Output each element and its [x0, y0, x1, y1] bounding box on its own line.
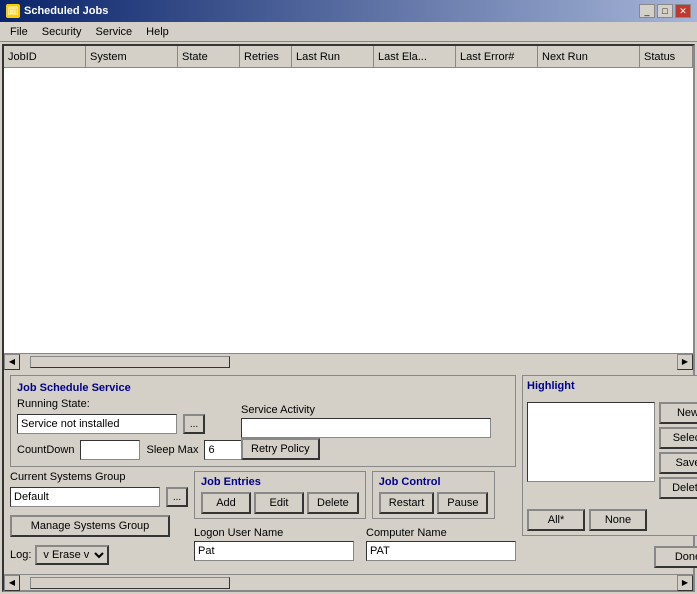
manage-systems-button[interactable]: Manage Systems Group — [10, 515, 170, 537]
job-entries-buttons: Add Edit Delete — [201, 492, 359, 514]
col-lasterror: Last Error# — [456, 46, 538, 67]
window-controls: _ □ ✕ — [639, 4, 691, 18]
scroll-left-button[interactable]: ◀ — [4, 354, 20, 370]
col-system: System — [86, 46, 178, 67]
col-jobid: JobID — [4, 46, 86, 67]
scroll-track[interactable] — [20, 354, 677, 369]
menu-help[interactable]: Help — [140, 24, 175, 40]
menu-bar: File Security Service Help — [0, 22, 697, 42]
logon-section: Logon User Name Computer Name — [194, 527, 516, 561]
col-lastelapsed: Last Ela... — [374, 46, 456, 67]
column-headers: JobID System State Retries Last Run Last… — [4, 46, 693, 68]
add-button[interactable]: Add — [201, 492, 251, 514]
col-status: Status — [640, 46, 693, 67]
col-nextrun: Next Run — [538, 46, 640, 67]
current-group-row: ... — [10, 487, 188, 507]
current-group-input[interactable] — [10, 487, 160, 507]
bottom-scrollbar[interactable]: ◀ ▶ — [4, 574, 693, 590]
new-button[interactable]: New — [659, 402, 697, 424]
bottom-row: Current Systems Group ... Manage Systems… — [10, 471, 516, 565]
done-row: Done — [522, 546, 697, 568]
middle-bottom: Job Entries Add Edit Delete Job Control — [194, 471, 516, 561]
job-control-buttons: Restart Pause — [379, 492, 489, 514]
logon-user-input[interactable] — [194, 541, 354, 561]
edit-button[interactable]: Edit — [254, 492, 304, 514]
service-section-label: Job Schedule Service — [17, 382, 509, 394]
title-bar: 🗓 Scheduled Jobs _ □ ✕ — [0, 0, 697, 22]
job-entries-section: Job Entries Add Edit Delete — [194, 471, 366, 519]
job-entries-label: Job Entries — [201, 476, 359, 488]
countdown-input[interactable] — [80, 440, 140, 460]
logon-user-label: Logon User Name — [194, 527, 354, 539]
countdown-label: CountDown — [17, 444, 74, 456]
computer-name-field: Computer Name — [366, 527, 516, 561]
job-schedule-service-section: Job Schedule Service Running State: ... … — [10, 375, 516, 467]
computer-name-input[interactable] — [366, 541, 516, 561]
col-state: State — [178, 46, 240, 67]
current-group-label: Current Systems Group — [10, 471, 188, 483]
logon-user-field: Logon User Name — [194, 527, 354, 561]
highlight-list — [527, 402, 655, 482]
maximize-button[interactable]: □ — [657, 4, 673, 18]
main-window: JobID System State Retries Last Run Last… — [2, 44, 695, 592]
menu-security[interactable]: Security — [36, 24, 88, 40]
pause-button[interactable]: Pause — [437, 492, 488, 514]
highlight-label: Highlight — [527, 380, 697, 392]
window-title: Scheduled Jobs — [24, 5, 108, 17]
panel-main: Job Schedule Service Running State: ... … — [10, 375, 687, 568]
right-panel: Highlight New Select Save Delete All* No… — [522, 375, 697, 568]
service-activity-label: Service Activity — [241, 404, 491, 416]
log-label: Log: — [10, 549, 31, 561]
minimize-button[interactable]: _ — [639, 4, 655, 18]
delete-highlight-button[interactable]: Delete — [659, 477, 697, 499]
top-scrollbar[interactable]: ◀ ▶ — [4, 353, 693, 369]
highlight-section: Highlight New Select Save Delete All* No… — [522, 375, 697, 536]
running-state-input[interactable] — [17, 414, 177, 434]
scroll-right-button[interactable]: ▶ — [677, 354, 693, 370]
bottom-scroll-thumb[interactable] — [30, 577, 230, 589]
panel-left: Job Schedule Service Running State: ... … — [10, 375, 516, 568]
all-none-row: All* None — [527, 509, 697, 531]
job-control-label: Job Control — [379, 476, 489, 488]
table-area — [4, 68, 693, 353]
bottom-panel: Job Schedule Service Running State: ... … — [4, 369, 693, 574]
sleep-max-label: Sleep Max — [146, 444, 198, 456]
done-button[interactable]: Done — [654, 546, 697, 568]
retry-policy-button[interactable]: Retry Policy — [241, 438, 320, 460]
delete-entries-button[interactable]: Delete — [307, 492, 359, 514]
entries-control-row: Job Entries Add Edit Delete Job Control — [194, 471, 516, 519]
none-button[interactable]: None — [589, 509, 647, 531]
bottom-scroll-left-button[interactable]: ◀ — [4, 575, 20, 591]
current-group-browse-button[interactable]: ... — [166, 487, 188, 507]
log-select[interactable]: v Erase v — [35, 545, 109, 565]
retry-policy-row: Retry Policy — [241, 438, 320, 460]
running-state-browse-button[interactable]: ... — [183, 414, 205, 434]
all-button[interactable]: All* — [527, 509, 585, 531]
running-state-label: Running State: — [17, 398, 90, 410]
computer-name-label: Computer Name — [366, 527, 516, 539]
log-row: Log: v Erase v — [10, 545, 188, 565]
bottom-scroll-track[interactable] — [20, 575, 677, 590]
col-lastrun: Last Run — [292, 46, 374, 67]
job-control-section: Job Control Restart Pause — [372, 471, 496, 519]
service-activity-section: Service Activity — [241, 404, 491, 438]
restart-button[interactable]: Restart — [379, 492, 434, 514]
close-button[interactable]: ✕ — [675, 4, 691, 18]
sleep-max-input[interactable] — [204, 440, 244, 460]
app-icon: 🗓 — [6, 4, 20, 18]
bottom-scroll-right-button[interactable]: ▶ — [677, 575, 693, 591]
menu-service[interactable]: Service — [89, 24, 138, 40]
scroll-thumb[interactable] — [30, 356, 230, 368]
save-button[interactable]: Save — [659, 452, 697, 474]
service-activity-input[interactable] — [241, 418, 491, 438]
col-retries: Retries — [240, 46, 292, 67]
menu-file[interactable]: File — [4, 24, 34, 40]
select-button[interactable]: Select — [659, 427, 697, 449]
left-bottom: Current Systems Group ... Manage Systems… — [10, 471, 188, 565]
highlight-buttons: New Select Save Delete — [659, 402, 697, 499]
